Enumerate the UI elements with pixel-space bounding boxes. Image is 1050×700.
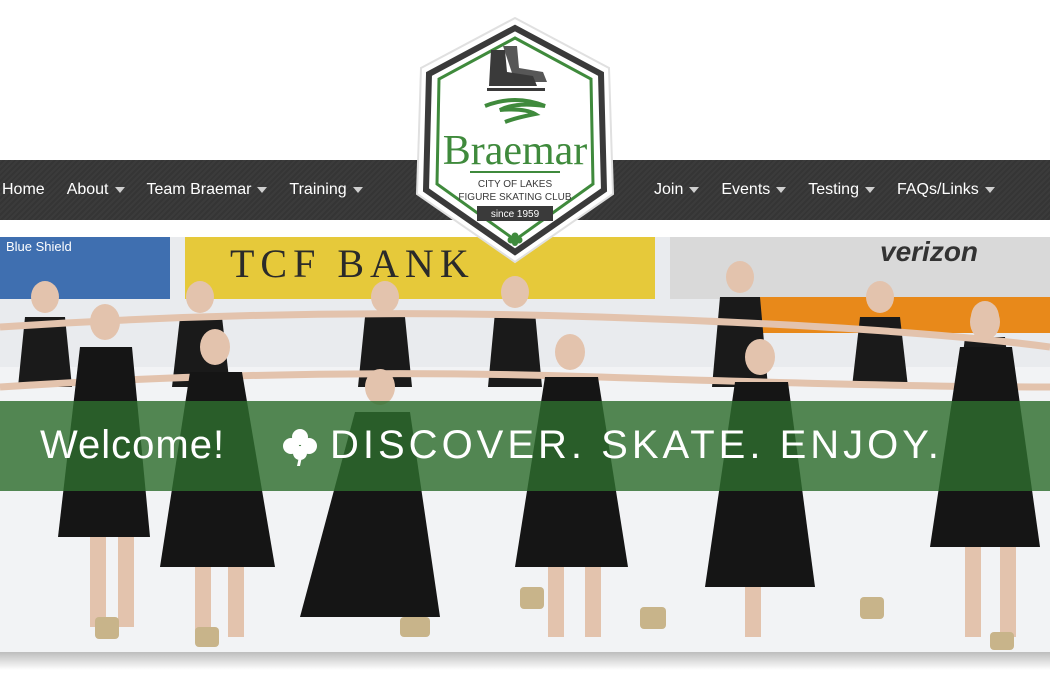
nav-item-about[interactable]: About	[67, 181, 125, 199]
chevron-down-icon	[257, 187, 268, 193]
nav-left-group: Home About Team Braemar Training	[2, 160, 385, 220]
welcome-text: Welcome!	[40, 423, 226, 467]
welcome-banner: Welcome! DISCOVER. SKATE. ENJOY.	[0, 401, 1050, 491]
logo-line2: FIGURE SKATING CLUB	[458, 192, 571, 203]
chevron-down-icon	[352, 187, 363, 193]
nav-item-testing[interactable]: Testing	[808, 181, 875, 199]
sign-blue-shield-text: Blue Shield	[6, 239, 72, 254]
chevron-down-icon	[114, 187, 125, 193]
nav-label: Events	[721, 181, 771, 198]
chevron-down-icon	[776, 187, 787, 193]
nav-item-team-braemar[interactable]: Team Braemar	[147, 181, 268, 199]
nav-item-events[interactable]: Events	[721, 181, 787, 199]
sign-verizon	[670, 237, 1050, 299]
nav-label: About	[66, 181, 109, 198]
nav-item-join[interactable]: Join	[654, 181, 700, 199]
clover-icon	[283, 429, 317, 466]
sign-verizon-text: verizon	[880, 237, 978, 267]
nav-label: Home	[2, 181, 45, 198]
logo-line1: CITY OF LAKES	[478, 179, 553, 190]
chevron-down-icon	[864, 187, 875, 193]
tagline-text: DISCOVER. SKATE. ENJOY.	[330, 423, 943, 467]
nav-label: Testing	[808, 181, 859, 198]
nav-label: Team Braemar	[146, 181, 252, 198]
chevron-down-icon	[984, 187, 995, 193]
nav-item-training[interactable]: Training	[289, 181, 363, 199]
logo-since: since 1959	[491, 209, 540, 220]
chevron-down-icon	[689, 187, 700, 193]
hero-shadow	[0, 652, 1050, 670]
nav-item-home[interactable]: Home	[2, 181, 45, 199]
nav-right-group: Join Events Testing FAQs/Links	[654, 160, 1017, 220]
nav-item-faqs-links[interactable]: FAQs/Links	[897, 181, 995, 199]
logo-badge: Braemar CITY OF LAKES FIGURE SKATING CLU…	[415, 16, 615, 264]
braemar-logo[interactable]: Braemar CITY OF LAKES FIGURE SKATING CLU…	[405, 14, 625, 266]
logo-name: Braemar	[443, 128, 588, 174]
nav-label: Training	[289, 181, 347, 198]
nav-label: FAQs/Links	[896, 181, 979, 198]
nav-label: Join	[654, 181, 684, 198]
